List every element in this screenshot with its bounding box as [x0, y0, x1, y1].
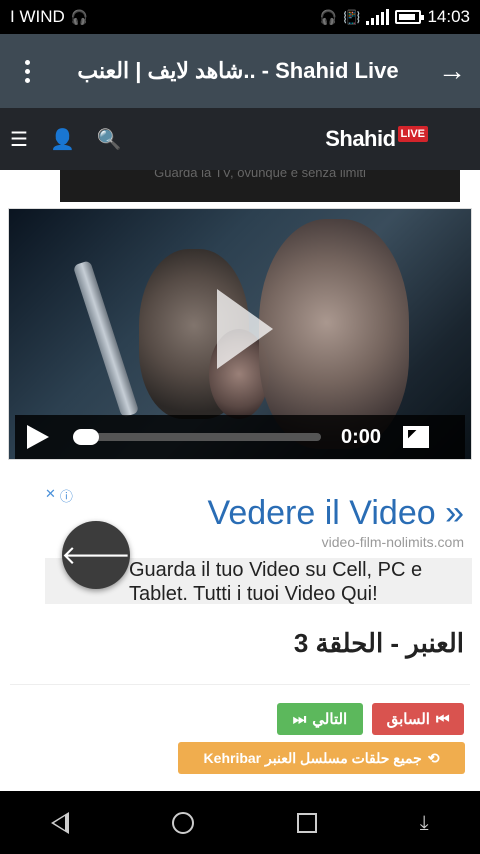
video-player[interactable]: 0:00 [8, 208, 472, 460]
status-right: 🎧 📳 14:03 [320, 7, 470, 27]
top-banner[interactable]: Guarda la TV, ovunque e senza limiti [60, 170, 460, 202]
ad-title[interactable]: Vedere il Video » [208, 494, 464, 533]
play-button[interactable] [27, 425, 49, 449]
seek-knob[interactable] [73, 429, 99, 445]
overflow-menu-icon[interactable] [14, 59, 40, 83]
signal-icon [366, 9, 390, 25]
vibrate-icon: 📳 [343, 8, 361, 25]
nav-recents-icon[interactable] [296, 812, 317, 833]
close-icon[interactable]: ✕ [45, 486, 56, 505]
nav-back-icon[interactable] [51, 811, 70, 834]
clock: 14:03 [427, 7, 470, 26]
info-icon[interactable]: ⓘ [60, 486, 73, 505]
battery-icon [395, 10, 425, 24]
notification-pull-icon[interactable]: ⤓ [420, 813, 429, 833]
next-label: التالي [312, 711, 348, 728]
hamburger-menu-icon[interactable]: ☰ [10, 127, 28, 152]
logo-text: Shahid [325, 126, 396, 151]
headset-icon: 🎧 [70, 8, 89, 25]
skip-next-icon: ⏭ [292, 710, 307, 728]
headset-icon: 🎧 [319, 8, 338, 25]
forward-arrow-icon[interactable]: → [436, 55, 466, 87]
back-arrow-button[interactable]: 🡐 [61, 521, 131, 589]
status-left: I WIND 🎧 [10, 7, 88, 27]
big-play-icon[interactable] [217, 289, 273, 369]
browser-toolbar: شاهد لايف | العنب.. - Shahid Live → [0, 34, 480, 108]
site-header: ☰ 👤 🔍 Shahid LIVE [0, 108, 480, 170]
seek-bar[interactable] [73, 429, 321, 445]
all-episodes-button[interactable]: ⟲ جميع حلقات مسلسل العنبر Kehribar [178, 742, 465, 774]
video-thumbnail-art [72, 260, 140, 418]
previous-episode-button[interactable]: ⏮ السابق [372, 703, 464, 735]
header-icons: ☰ 👤 🔍 [10, 127, 122, 152]
all-episodes-label: جميع حلقات مسلسل العنبر Kehribar [203, 749, 422, 766]
site-logo[interactable]: Shahid LIVE [325, 126, 428, 152]
user-icon[interactable]: 👤 [50, 127, 75, 152]
skip-previous-icon: ⏮ [435, 710, 450, 728]
page-title: شاهد لايف | العنب.. - Shahid Live [77, 58, 399, 83]
previous-label: السابق [386, 711, 430, 728]
status-bar: I WIND 🎧 🎧 📳 14:03 [0, 0, 480, 34]
system-nav-bar: ⤓ [0, 791, 480, 854]
divider [10, 684, 470, 685]
episode-title: العنبر - الحلقة 3 [293, 628, 464, 658]
carrier-label: I WIND [10, 7, 65, 26]
screen: I WIND 🎧 🎧 📳 14:03 شاهد لايف | العنب.. -… [0, 0, 480, 854]
search-icon[interactable]: 🔍 [97, 127, 122, 152]
video-time: 0:00 [341, 425, 382, 448]
logo-badge: LIVE [397, 126, 428, 142]
banner-text: Guarda la TV, ovunque e senza limiti [154, 170, 366, 180]
ad-url: video-film-nolimits.com [321, 534, 464, 550]
video-controls: 0:00 [15, 415, 465, 459]
nav-home-icon[interactable] [172, 811, 195, 834]
next-episode-button[interactable]: التالي ⏭ [277, 703, 363, 735]
history-icon: ⟲ [427, 749, 440, 766]
fullscreen-icon[interactable] [403, 426, 430, 448]
ad-choices[interactable]: ✕ ⓘ [45, 486, 73, 505]
